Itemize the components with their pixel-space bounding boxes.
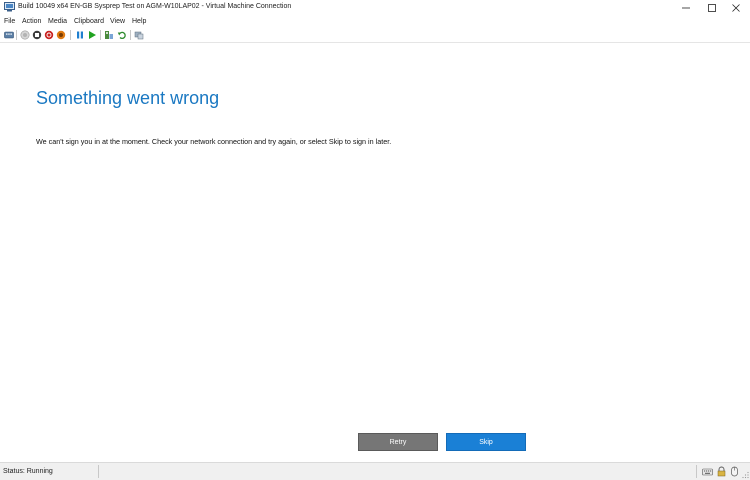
resume-icon[interactable] (87, 30, 97, 40)
turn-off-icon[interactable] (32, 30, 42, 40)
menu-help[interactable]: Help (132, 17, 146, 27)
toolbar-separator (130, 30, 131, 40)
error-heading: Something went wrong (36, 88, 220, 108)
toolbar (0, 28, 750, 43)
status-separator (696, 465, 697, 478)
enhanced-session-icon[interactable] (134, 30, 144, 40)
pause-icon[interactable] (75, 30, 85, 40)
maximize-icon (708, 4, 716, 12)
minimize-icon (682, 7, 690, 9)
keyboard-icon (702, 468, 713, 476)
close-icon (732, 4, 740, 12)
window-title: Build 10049 x64 EN-GB Sysprep Test on AG… (18, 3, 292, 10)
skip-button[interactable]: Skip (446, 433, 526, 451)
menu-media[interactable]: Media (48, 17, 67, 27)
retry-button[interactable]: Retry (358, 433, 438, 451)
virtual-machine-icon (4, 2, 15, 12)
menu-action[interactable]: Action (22, 17, 41, 27)
title-bar: Build 10049 x64 EN-GB Sysprep Test on AG… (0, 0, 750, 16)
status-bar: Status: Running (0, 462, 750, 480)
vm-connection-window: Build 10049 x64 EN-GB Sysprep Test on AG… (0, 0, 750, 480)
minimize-button[interactable] (672, 0, 700, 16)
toolbar-separator (16, 30, 17, 40)
start-icon[interactable] (20, 30, 30, 40)
guest-display[interactable]: Something went wrong We can't sign you i… (0, 43, 750, 462)
lock-icon (717, 466, 726, 477)
mouse-icon (731, 466, 738, 477)
checkpoint-icon[interactable] (104, 30, 114, 40)
shut-down-icon[interactable] (44, 30, 54, 40)
error-message: We can't sign you in at the moment. Chec… (36, 137, 392, 146)
revert-icon[interactable] (117, 30, 127, 40)
menu-clipboard[interactable]: Clipboard (74, 17, 104, 27)
resize-grip-icon[interactable] (741, 471, 749, 479)
toolbar-separator (100, 30, 101, 40)
ctrl-alt-del-icon[interactable] (4, 30, 14, 40)
menu-file[interactable]: File (4, 17, 15, 27)
toolbar-separator (70, 30, 71, 40)
close-button[interactable] (722, 0, 750, 16)
menu-bar: File Action Media Clipboard View Help (0, 16, 750, 28)
save-state-icon[interactable] (56, 30, 66, 40)
status-separator (98, 465, 99, 478)
menu-view[interactable]: View (110, 17, 125, 27)
status-text: Status: Running (3, 468, 53, 475)
